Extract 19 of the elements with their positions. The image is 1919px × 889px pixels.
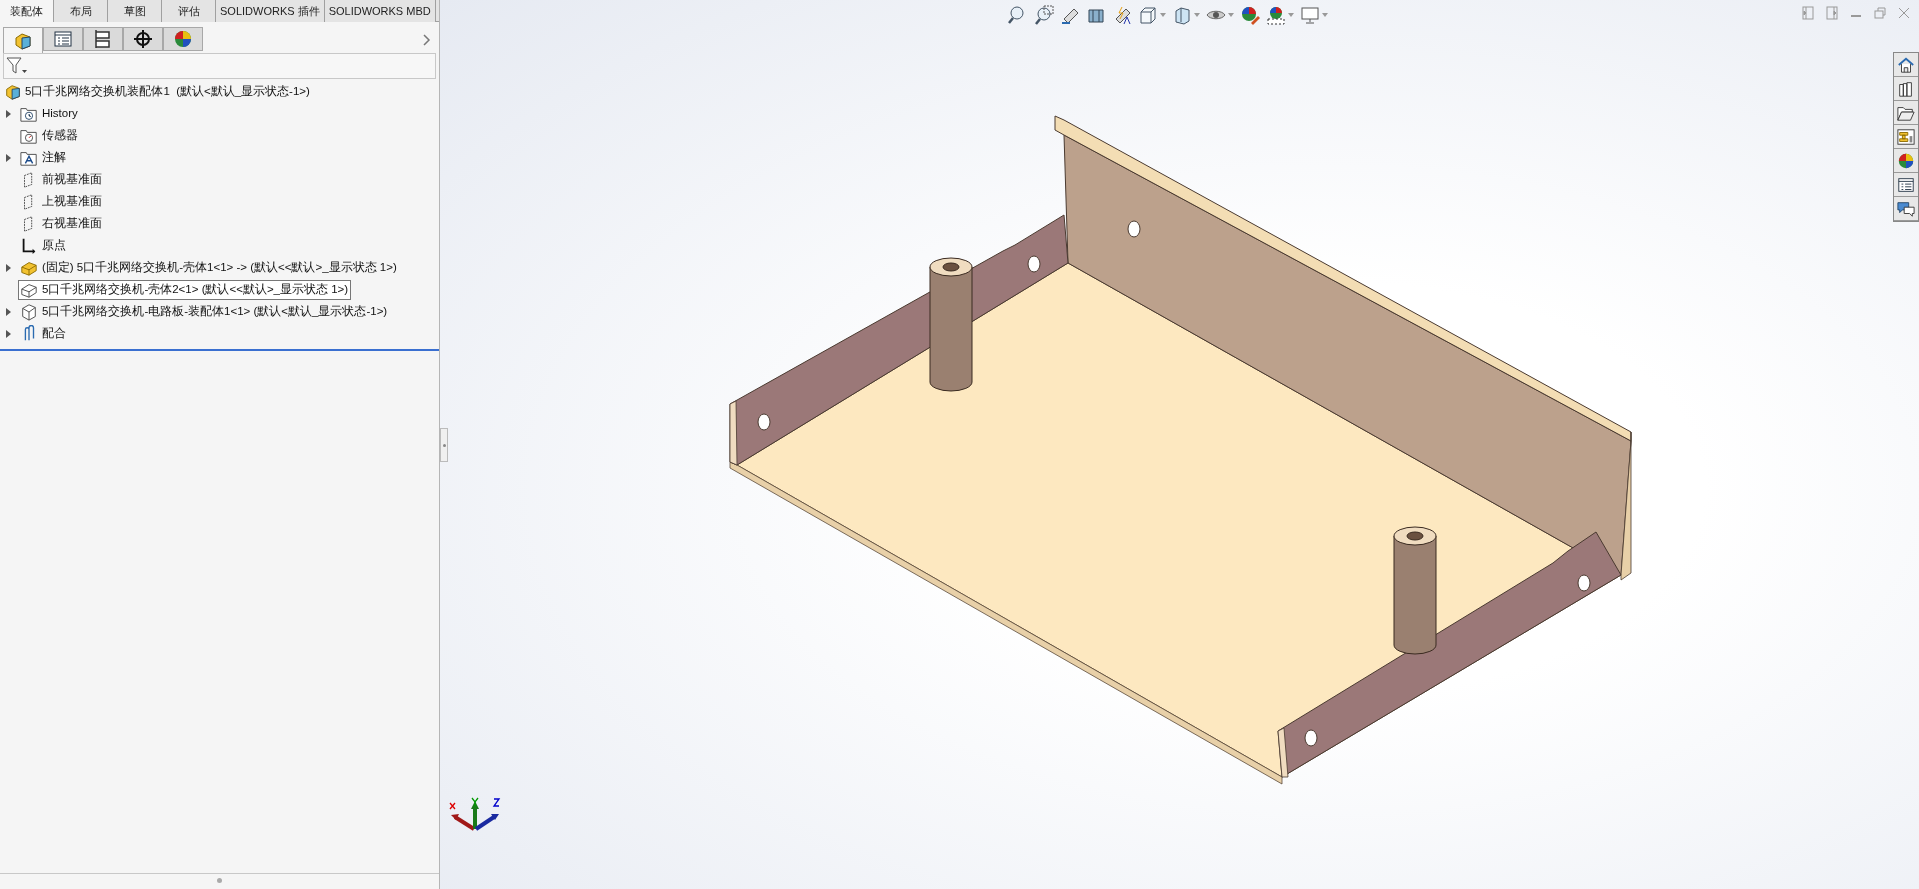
- tree-item-label[interactable]: 前视基准面: [42, 171, 102, 189]
- tree-item-label[interactable]: 5口千兆网络交换机装配体1 (默认<默认_显示状态-1>): [25, 83, 310, 101]
- tree-item-label[interactable]: 上视基准面: [42, 193, 102, 211]
- tree-item-label[interactable]: 原点: [42, 237, 66, 255]
- command-tab[interactable]: 草图: [108, 0, 162, 22]
- tree-item-label[interactable]: 右视基准面: [42, 215, 102, 233]
- command-tab[interactable]: SOLIDWORKS MBD: [324, 0, 436, 22]
- tree-item-label[interactable]: 注解: [42, 149, 66, 167]
- tree-item-label[interactable]: 配合: [42, 325, 66, 343]
- command-tab[interactable]: 评估: [162, 0, 216, 22]
- tree-item-label: 5口千兆网络交换机-壳体2<1> (默认<<默认>_显示状态 1>): [42, 282, 349, 298]
- tree-item-label[interactable]: 5口千兆网络交换机-电路板-装配体1<1> (默认<默认_显示状态-1>): [42, 303, 388, 321]
- command-tab[interactable]: 装配体: [0, 0, 54, 22]
- command-tab[interactable]: SOLIDWORKS 插件: [216, 0, 325, 22]
- command-tab[interactable]: 布局: [54, 0, 108, 22]
- tree-item-label[interactable]: (固定) 5口千兆网络交换机-壳体1<1> -> (默认<<默认>_显示状态 1>): [42, 259, 397, 277]
- tree-item-label[interactable]: History: [42, 105, 78, 123]
- tree-item-label[interactable]: 传感器: [42, 127, 78, 145]
- selected-tree-item[interactable]: 5口千兆网络交换机-壳体2<1> (默认<<默认>_显示状态 1>): [18, 280, 352, 300]
